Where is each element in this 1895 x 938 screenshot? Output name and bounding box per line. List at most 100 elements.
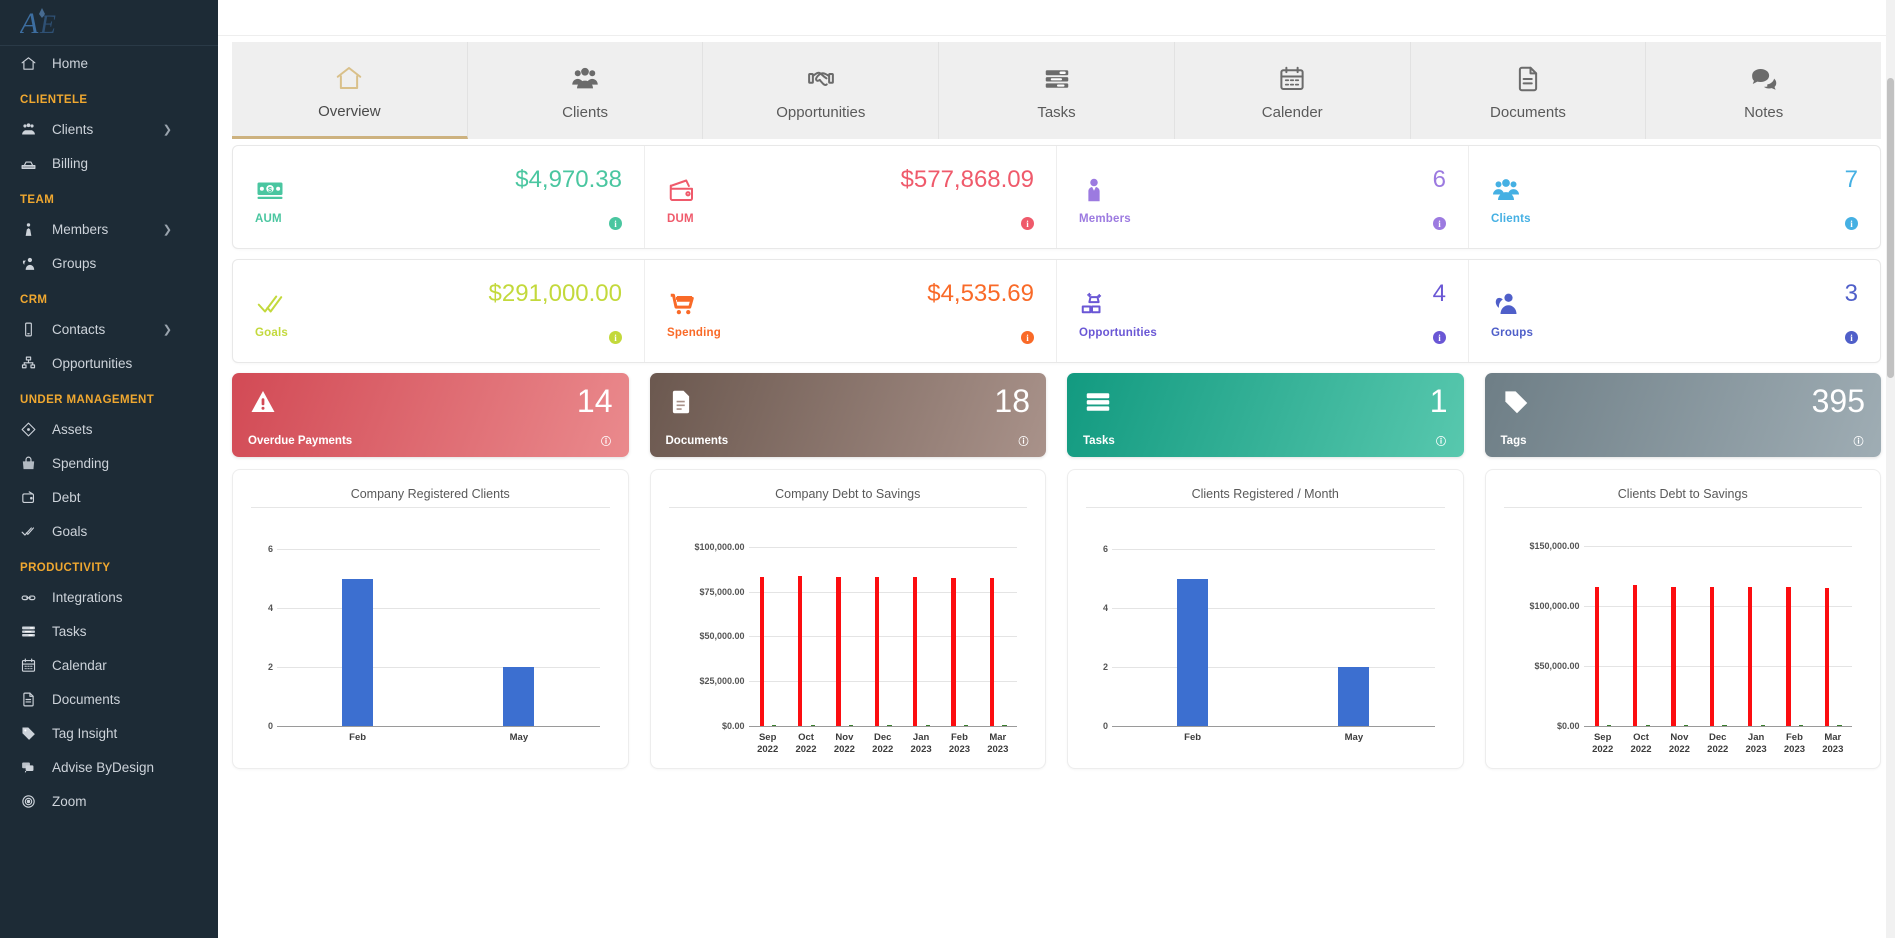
info-icon[interactable]: ⓘ — [1435, 434, 1448, 448]
x-axis-tick-line: Nov — [1670, 732, 1689, 743]
goals-icon — [20, 523, 42, 540]
info-icon[interactable]: ⓘ — [1852, 434, 1865, 448]
chart-plot-area: 0 2 4 6 Feb May — [1080, 520, 1451, 752]
kpi-card-overdue-payments[interactable]: 14 Overdue Payments ⓘ — [232, 373, 629, 457]
tab-clients[interactable]: Clients — [467, 42, 704, 139]
brand-logo[interactable]: A E — [0, 0, 218, 46]
sidebar-item-home[interactable]: Home — [0, 46, 218, 80]
sidebar-item-advise-bydesign[interactable]: Advise ByDesign — [0, 750, 218, 784]
y-axis-tick: $150,000.00 — [1529, 541, 1580, 552]
gridline — [748, 636, 1017, 638]
x-axis-tick-line: 2023 — [987, 744, 1009, 755]
integrations-icon — [20, 589, 42, 606]
stat-members[interactable]: Members 6 i — [1057, 146, 1469, 248]
stat-value: 7 — [1844, 166, 1858, 193]
x-axis-tick-line: Feb — [951, 732, 968, 743]
sidebar-item-label: Goals — [52, 523, 88, 539]
bar-1 — [1338, 667, 1370, 726]
chart-divider — [668, 507, 1027, 508]
documents-icon — [1513, 60, 1543, 94]
tab-label: Documents — [1490, 104, 1566, 121]
kpi-card-documents[interactable]: 18 Documents ⓘ — [649, 373, 1046, 457]
handshake-icon — [806, 60, 836, 94]
sidebar-group-label: PRODUCTIVITY — [20, 562, 111, 574]
axis-baseline — [1112, 726, 1435, 727]
tab-documents[interactable]: Documents — [1410, 42, 1647, 139]
sidebar-item-zoom[interactable]: Zoom — [0, 784, 218, 818]
kpi-card-tasks[interactable]: 1 Tasks ⓘ — [1067, 373, 1464, 457]
tab-overview[interactable]: Overview — [232, 42, 468, 139]
sidebar-item-calendar[interactable]: Calendar — [0, 648, 218, 682]
tasks-list-icon — [1042, 60, 1072, 94]
kpi-card-row: 14 Overdue Payments ⓘ 18 Documents ⓘ 1 T… — [232, 373, 1881, 457]
info-icon[interactable]: ⓘ — [1017, 434, 1030, 448]
sidebar-item-documents[interactable]: Documents — [0, 682, 218, 716]
sidebar-item-debt[interactable]: Debt — [0, 480, 218, 514]
stat-spending[interactable]: Spending $4,535.69 i — [645, 260, 1057, 362]
chart-divider — [1503, 507, 1862, 508]
info-icon[interactable]: i — [1433, 217, 1446, 230]
info-icon[interactable]: i — [1021, 331, 1034, 344]
gridline — [1583, 546, 1852, 548]
check-icon — [255, 287, 285, 321]
bar-debt-4 — [912, 576, 918, 726]
tab-opportunities[interactable]: Opportunities — [703, 42, 940, 139]
y-axis-tick: $25,000.00 — [699, 676, 745, 687]
gridline — [277, 608, 600, 610]
info-icon[interactable]: i — [1845, 217, 1858, 230]
stat-groups[interactable]: Groups 3 i — [1469, 260, 1880, 362]
stat-aum[interactable]: $ AUM $4,970.38 i — [233, 146, 645, 248]
tab-calender[interactable]: Calender — [1174, 42, 1411, 139]
sidebar-item-groups[interactable]: Groups — [0, 246, 218, 280]
info-icon[interactable]: i — [1433, 331, 1446, 344]
sidebar-item-spending[interactable]: Spending — [0, 446, 218, 480]
assets-icon — [20, 421, 42, 438]
info-icon[interactable]: ⓘ — [600, 434, 613, 448]
bar-debt-2 — [1671, 586, 1676, 726]
gridline — [748, 591, 1017, 593]
sidebar-item-contacts[interactable]: Contacts ❯ — [0, 312, 218, 346]
info-icon[interactable]: i — [609, 331, 622, 344]
sidebar-item-label: Tag Insight — [52, 725, 118, 741]
info-icon[interactable]: i — [1021, 217, 1034, 230]
sidebar-item-billing[interactable]: Billing — [0, 146, 218, 180]
app-root: A E Home CLIENTELE Clients ❯ Billing TEAM Memb… — [0, 0, 1895, 938]
stat-label: AUM — [255, 213, 282, 225]
stat-clients[interactable]: Clients 7 i — [1469, 146, 1880, 248]
tab-label: Opportunities — [776, 104, 866, 121]
sidebar-item-members[interactable]: Members ❯ — [0, 212, 218, 246]
contacts-icon — [20, 321, 42, 338]
bar-savings-3 — [887, 724, 892, 726]
x-axis-tick: Feb — [328, 732, 388, 744]
zoom-icon — [20, 793, 42, 810]
kpi-card-label: Tags — [1500, 434, 1527, 447]
info-icon[interactable]: i — [1845, 331, 1858, 344]
page-scrollbar-thumb[interactable] — [1887, 78, 1894, 378]
chart-plot-area: 0 2 4 6 Feb May — [245, 520, 616, 752]
advise-icon — [20, 759, 42, 776]
tab-tasks[interactable]: Tasks — [939, 42, 1175, 139]
sidebar-item-tasks[interactable]: Tasks — [0, 614, 218, 648]
info-icon[interactable]: i — [609, 217, 622, 230]
bar-debt-0 — [759, 577, 764, 726]
sidebar-item-assets[interactable]: Assets — [0, 412, 218, 446]
sidebar-group-label: UNDER MANAGEMENT — [20, 394, 155, 406]
tab-notes[interactable]: Notes — [1646, 42, 1882, 139]
stat-dum[interactable]: DUM $577,868.09 i — [645, 146, 1057, 248]
sidebar-item-goals[interactable]: Goals — [0, 514, 218, 548]
documents-icon — [20, 691, 42, 708]
sidebar-item-integrations[interactable]: Integrations — [0, 580, 218, 614]
stat-opportunities[interactable]: Opportunities 4 i — [1057, 260, 1469, 362]
kpi-card-tags[interactable]: 395 Tags ⓘ — [1484, 373, 1881, 457]
y-axis-tick: $0.00 — [721, 721, 745, 731]
stat-label: Groups — [1491, 327, 1534, 339]
sidebar-item-clients[interactable]: Clients ❯ — [0, 112, 218, 146]
sidebar-item-label: Contacts — [52, 321, 106, 337]
y-axis-tick: $100,000.00 — [1529, 601, 1580, 612]
bar-1 — [503, 667, 535, 726]
main-area: Overview Clients Opportunities Tasks Calende… — [218, 0, 1895, 938]
sidebar-item-tag-insight[interactable]: Tag Insight — [0, 716, 218, 750]
page-scrollbar-track[interactable] — [1886, 0, 1895, 938]
stat-goals[interactable]: Goals $291,000.00 i — [233, 260, 645, 362]
sidebar-item-opportunities[interactable]: Opportunities — [0, 346, 218, 380]
